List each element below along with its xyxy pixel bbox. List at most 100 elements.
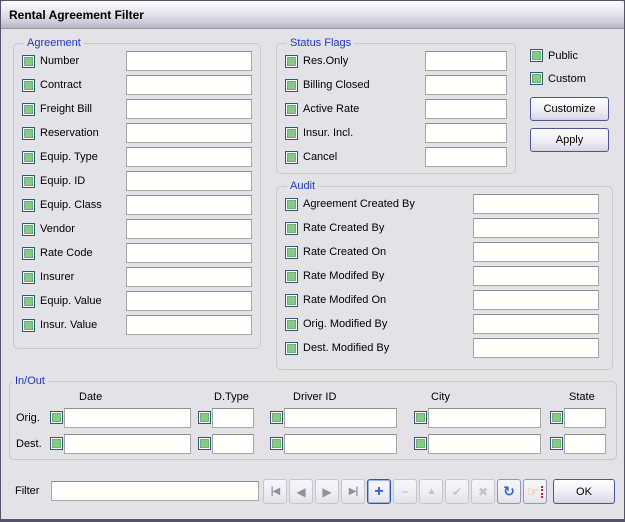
agreement-contract-input[interactable]	[126, 75, 252, 95]
agreement-equip-id-checkbox[interactable]	[22, 175, 35, 188]
agreement-reservation-input[interactable]	[126, 123, 252, 143]
last-record-button[interactable]: ▶|	[341, 479, 365, 504]
dest-city-checkbox[interactable]	[414, 437, 427, 450]
agreement-freight-bill-input[interactable]	[126, 99, 252, 119]
audit-rate-modifed-on-checkbox[interactable]	[285, 294, 298, 307]
dest-city-input[interactable]	[428, 434, 541, 454]
status-row: Billing Closed	[285, 73, 507, 97]
dest-dtype-checkbox[interactable]	[198, 437, 211, 450]
post-edit-button[interactable]: ✔	[445, 479, 469, 504]
prior-record-button[interactable]: ◀	[289, 479, 313, 504]
agreement-equip-type-input[interactable]	[126, 147, 252, 167]
audit-rate-modifed-on-input[interactable]	[473, 290, 599, 310]
dest-state-checkbox[interactable]	[550, 437, 563, 450]
agreement-contract-checkbox[interactable]	[22, 79, 35, 92]
orig-driver-id-checkbox[interactable]	[270, 411, 283, 424]
apply-button[interactable]: Apply	[530, 128, 609, 152]
agreement-insurer-checkbox[interactable]	[22, 271, 35, 284]
audit-orig-modified-by-input[interactable]	[473, 314, 599, 334]
audit-rate-created-by-input[interactable]	[473, 218, 599, 238]
checkbox-checked-mark	[24, 297, 33, 306]
status-insur-incl-input[interactable]	[425, 123, 507, 143]
status-flags-group: Status Flags Res.Only Billing Closed Act…	[276, 37, 516, 174]
audit-rate-created-by-checkbox[interactable]	[285, 222, 298, 235]
agreement-equip-id-input[interactable]	[126, 171, 252, 191]
audit-rate-created-on-input[interactable]	[473, 242, 599, 262]
status-res-only-input[interactable]	[425, 51, 507, 71]
audit-rate-created-on-checkbox[interactable]	[285, 246, 298, 259]
ok-button[interactable]: OK	[553, 479, 615, 504]
audit-dest-modified-by-checkbox[interactable]	[285, 342, 298, 355]
public-checkbox[interactable]	[530, 49, 543, 62]
agreement-equip-value-input[interactable]	[126, 291, 252, 311]
audit-dest-modified-by-input[interactable]	[473, 338, 599, 358]
agreement-number-checkbox[interactable]	[22, 55, 35, 68]
refresh-button[interactable]: ↻	[497, 479, 521, 504]
checkbox-checked-mark	[24, 153, 33, 162]
orig-city-input[interactable]	[428, 408, 541, 428]
audit-agreement-created-by-checkbox[interactable]	[285, 198, 298, 211]
agreement-number-input[interactable]	[126, 51, 252, 71]
inout-group-caption: In/Out	[12, 375, 48, 387]
audit-rate-modifed-by-input[interactable]	[473, 266, 599, 286]
agreement-reservation-checkbox[interactable]	[22, 127, 35, 140]
orig-date-input[interactable]	[64, 408, 191, 428]
agreement-freight-bill-checkbox[interactable]	[22, 103, 35, 116]
agreement-row: Reservation	[22, 121, 252, 145]
insert-record-button[interactable]: +	[367, 479, 391, 504]
status-insur-incl-label: Insur. Incl.	[303, 127, 353, 139]
agreement-vendor-input[interactable]	[126, 219, 252, 239]
audit-agreement-created-by-input[interactable]	[473, 194, 599, 214]
agreement-equip-value-checkbox[interactable]	[22, 295, 35, 308]
status-res-only-label: Res.Only	[303, 55, 348, 67]
orig-city-checkbox[interactable]	[414, 411, 427, 424]
status-res-only-checkbox[interactable]	[285, 55, 298, 68]
status-active-rate-checkbox[interactable]	[285, 103, 298, 116]
agreement-group: Agreement Number Contract Freight Bill R…	[13, 37, 261, 349]
status-billing-closed-input[interactable]	[425, 75, 507, 95]
agreement-rate-code-checkbox[interactable]	[22, 247, 35, 260]
status-cancel-input[interactable]	[425, 147, 507, 167]
agreement-insur-value-input[interactable]	[126, 315, 252, 335]
audit-orig-modified-by-checkbox[interactable]	[285, 318, 298, 331]
orig-driver-id-input[interactable]	[284, 408, 397, 428]
agreement-row: Insurer	[22, 265, 252, 289]
dest-driver-id-input[interactable]	[284, 434, 397, 454]
dest-state-input[interactable]	[564, 434, 606, 454]
orig-dtype-input[interactable]	[212, 408, 254, 428]
agreement-rate-code-input[interactable]	[126, 243, 252, 263]
dest-date-checkbox[interactable]	[50, 437, 63, 450]
status-insur-incl-checkbox[interactable]	[285, 127, 298, 140]
dest-date-input[interactable]	[64, 434, 191, 454]
filter-input[interactable]	[51, 481, 259, 501]
status-billing-closed-checkbox[interactable]	[285, 79, 298, 92]
agreement-insur-value-checkbox[interactable]	[22, 319, 35, 332]
orig-state-checkbox[interactable]	[550, 411, 563, 424]
checkbox-checked-mark	[24, 105, 33, 114]
dest-driver-id-checkbox[interactable]	[270, 437, 283, 450]
agreement-insurer-input[interactable]	[126, 267, 252, 287]
status-cancel-checkbox[interactable]	[285, 151, 298, 164]
status-active-rate-input[interactable]	[425, 99, 507, 119]
agreement-equip-class-input[interactable]	[126, 195, 252, 215]
audit-rate-modifed-by-checkbox[interactable]	[285, 270, 298, 283]
agreement-row: Insur. Value	[22, 313, 252, 337]
customize-button[interactable]: Customize	[530, 97, 609, 121]
agreement-equip-id-label: Equip. ID	[40, 175, 85, 187]
delete-record-button[interactable]: −	[393, 479, 417, 504]
next-record-button[interactable]: ▶	[315, 479, 339, 504]
orig-date-checkbox[interactable]	[50, 411, 63, 424]
lookup-button[interactable]: ☞	[523, 479, 547, 504]
agreement-vendor-checkbox[interactable]	[22, 223, 35, 236]
orig-state-input[interactable]	[564, 408, 606, 428]
orig-dtype-checkbox[interactable]	[198, 411, 211, 424]
dest-dtype-input[interactable]	[212, 434, 254, 454]
agreement-equip-class-checkbox[interactable]	[22, 199, 35, 212]
agreement-equip-type-checkbox[interactable]	[22, 151, 35, 164]
first-record-button[interactable]: |◀	[263, 479, 287, 504]
cancel-edit-button[interactable]: ✖	[471, 479, 495, 504]
title-bar: Rental Agreement Filter	[1, 1, 624, 29]
inout-group: In/Out Date D.Type Driver ID City State …	[9, 375, 617, 460]
custom-checkbox[interactable]	[530, 72, 543, 85]
edit-record-button[interactable]: ▲	[419, 479, 443, 504]
